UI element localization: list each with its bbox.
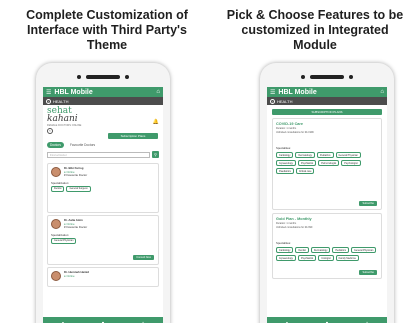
chip: Dermatology <box>310 247 331 254</box>
plan-title: Gold Plan - Monthly <box>276 217 312 221</box>
avatar <box>51 271 61 281</box>
chip: Dentist <box>51 185 65 192</box>
doctor-card[interactable]: Dr. Humnah Hamid ● Online <box>47 267 159 287</box>
tab-favourite-doctors[interactable]: Favourite Doctors <box>67 142 98 148</box>
chip: General Physician <box>335 152 361 159</box>
section-bar: ‹ HEALTH <box>267 97 387 105</box>
plus-icon[interactable]: + <box>142 320 144 323</box>
right-phone-mockup: ☰ HBL Mobile ⌂ ‹ HEALTH SUBSCRIPTION PLA… <box>260 63 394 323</box>
chip: General Surgeon <box>66 185 91 192</box>
plan-price: Unlimited consultations for Rs 1999 <box>276 131 314 135</box>
right-heading: Pick & Choose Features to be customized … <box>226 8 404 52</box>
doctor-card[interactable]: Dr. Aalia Amin ● Online ♥ Favourite Doct… <box>47 215 159 265</box>
speaker-bar <box>86 75 120 79</box>
chip: Family Medicine <box>335 255 359 262</box>
chip: Cardiology <box>276 247 294 254</box>
plan-price: Unlimited consultations for Rs 999 <box>276 226 313 230</box>
app-title: HBL Mobile <box>278 88 317 96</box>
specialities-label: Specialities: <box>276 146 291 151</box>
chip: Paediatrics <box>276 168 294 175</box>
chip: Pediatrics <box>317 152 334 159</box>
right-app-screen: ☰ HBL Mobile ⌂ ‹ HEALTH SUBSCRIPTION PLA… <box>267 87 387 323</box>
specialization-label: Specialization: <box>51 232 70 237</box>
section-bar: ‹ HEALTH <box>43 97 163 105</box>
section-title: HEALTH <box>277 98 293 104</box>
hamburger-icon[interactable]: ☰ <box>46 89 51 96</box>
chat-icon[interactable]: ■ <box>102 320 104 323</box>
avatar <box>51 219 61 229</box>
chip: Cardiology <box>276 152 294 159</box>
plan-card[interactable]: Gold Plan - Monthly Duration: 1 months U… <box>272 213 382 279</box>
app-bar: ☰ HBL Mobile ⌂ <box>43 87 163 97</box>
avatar <box>51 167 61 177</box>
search-icon[interactable]: ⚲ <box>152 151 159 158</box>
chip: Dermatology <box>295 152 315 159</box>
subscription-plans-banner: SUBSCRIPTION PLANS <box>272 109 382 115</box>
logo-tagline: FEMALE DOCTORS ONLINE <box>47 124 82 127</box>
chip: Urologist <box>318 255 334 262</box>
plus-icon[interactable]: + <box>366 320 368 323</box>
sehat-kahani-logo: sehat kahani <box>47 106 78 124</box>
search-input[interactable]: Find a Doctor <box>47 151 150 158</box>
home-icon[interactable]: ● <box>286 320 288 323</box>
chip: General Physician <box>51 237 77 244</box>
camera-dot <box>125 75 129 79</box>
back-icon[interactable]: ‹ <box>270 98 275 104</box>
chip: Gynaecology <box>276 255 296 262</box>
specialities-label: Specialities: <box>276 241 291 246</box>
chip: General Physician <box>350 247 377 254</box>
chip: Dentist <box>295 247 309 254</box>
back-circle-icon[interactable]: ‹ <box>47 128 53 134</box>
plan-card[interactable]: COVID-19 Care Duration: 1 months Unlimit… <box>272 118 382 210</box>
search-row: Find a Doctor ⚲ <box>43 148 163 161</box>
speciality-chips: Cardiology Dermatology Pediatrics Genera… <box>276 152 378 175</box>
bottom-nav: ● ■ + <box>267 317 387 323</box>
consult-now-button[interactable]: Consult Now <box>133 255 154 260</box>
bell-icon[interactable]: 🔔 <box>153 119 159 125</box>
brand-header: sehat kahani FEMALE DOCTORS ONLINE ‹ 🔔 <box>43 105 163 134</box>
doctor-card[interactable]: Dr. Bibi Farrog ● Online ♥ Favourite Doc… <box>47 163 159 213</box>
specialization-label: Specialization: <box>51 180 70 185</box>
chip: Psychologist <box>341 160 361 167</box>
doctor-tabs: Doctors Favourite Doctors <box>43 139 163 148</box>
chip: Gynaecology <box>276 160 296 167</box>
plan-duration: Duration: 1 months <box>276 222 297 225</box>
specialization-chips: Dentist General Surgeon <box>51 185 155 192</box>
plan-title: COVID-19 Care <box>276 122 304 126</box>
camera-dot <box>77 75 81 79</box>
favourite-doctor-label[interactable]: ♥ Favourite Doctor <box>64 173 87 178</box>
back-icon[interactable]: ‹ <box>46 98 51 104</box>
chip: Psychiatrist <box>297 255 317 262</box>
hamburger-icon[interactable]: ☰ <box>270 89 275 96</box>
section-title: HEALTH <box>53 98 69 104</box>
camera-dot <box>301 75 305 79</box>
tab-doctors[interactable]: Doctors <box>47 142 64 148</box>
chip: Critical care <box>295 168 315 175</box>
home-icon[interactable]: ● <box>62 320 64 323</box>
bottom-nav: ● ■ + <box>43 317 163 323</box>
app-bar: ☰ HBL Mobile ⌂ <box>267 87 387 97</box>
specialization-chips: General Physician <box>51 237 155 244</box>
subscribe-button[interactable]: Subscribe <box>359 201 377 206</box>
chip: Pulmonologist <box>318 160 340 167</box>
home-icon[interactable]: ⌂ <box>380 89 384 95</box>
subscribe-button[interactable]: Subscribe <box>359 270 377 275</box>
left-heading: Complete Customization of Interface with… <box>26 8 188 52</box>
camera-dot <box>349 75 353 79</box>
favourite-doctor-label[interactable]: ♥ Favourite Doctor <box>64 225 87 230</box>
chip: Psychiatrist <box>297 160 317 167</box>
speciality-chips: Cardiology Dentist Dermatology Pediatric… <box>276 247 378 262</box>
marketing-panel: Complete Customization of Interface with… <box>0 0 416 323</box>
left-app-screen: ☰ HBL Mobile ⌂ ‹ HEALTH sehat kahani FEMA… <box>43 87 163 323</box>
speaker-bar <box>310 75 344 79</box>
home-icon[interactable]: ⌂ <box>156 89 160 95</box>
online-status: ● Online <box>64 273 75 278</box>
plan-duration: Duration: 1 months <box>276 127 297 130</box>
chip: Pediatrics <box>332 247 349 254</box>
app-title: HBL Mobile <box>54 88 93 96</box>
left-phone-mockup: ☰ HBL Mobile ⌂ ‹ HEALTH sehat kahani FEMA… <box>36 63 170 323</box>
chat-icon[interactable]: ■ <box>326 320 328 323</box>
